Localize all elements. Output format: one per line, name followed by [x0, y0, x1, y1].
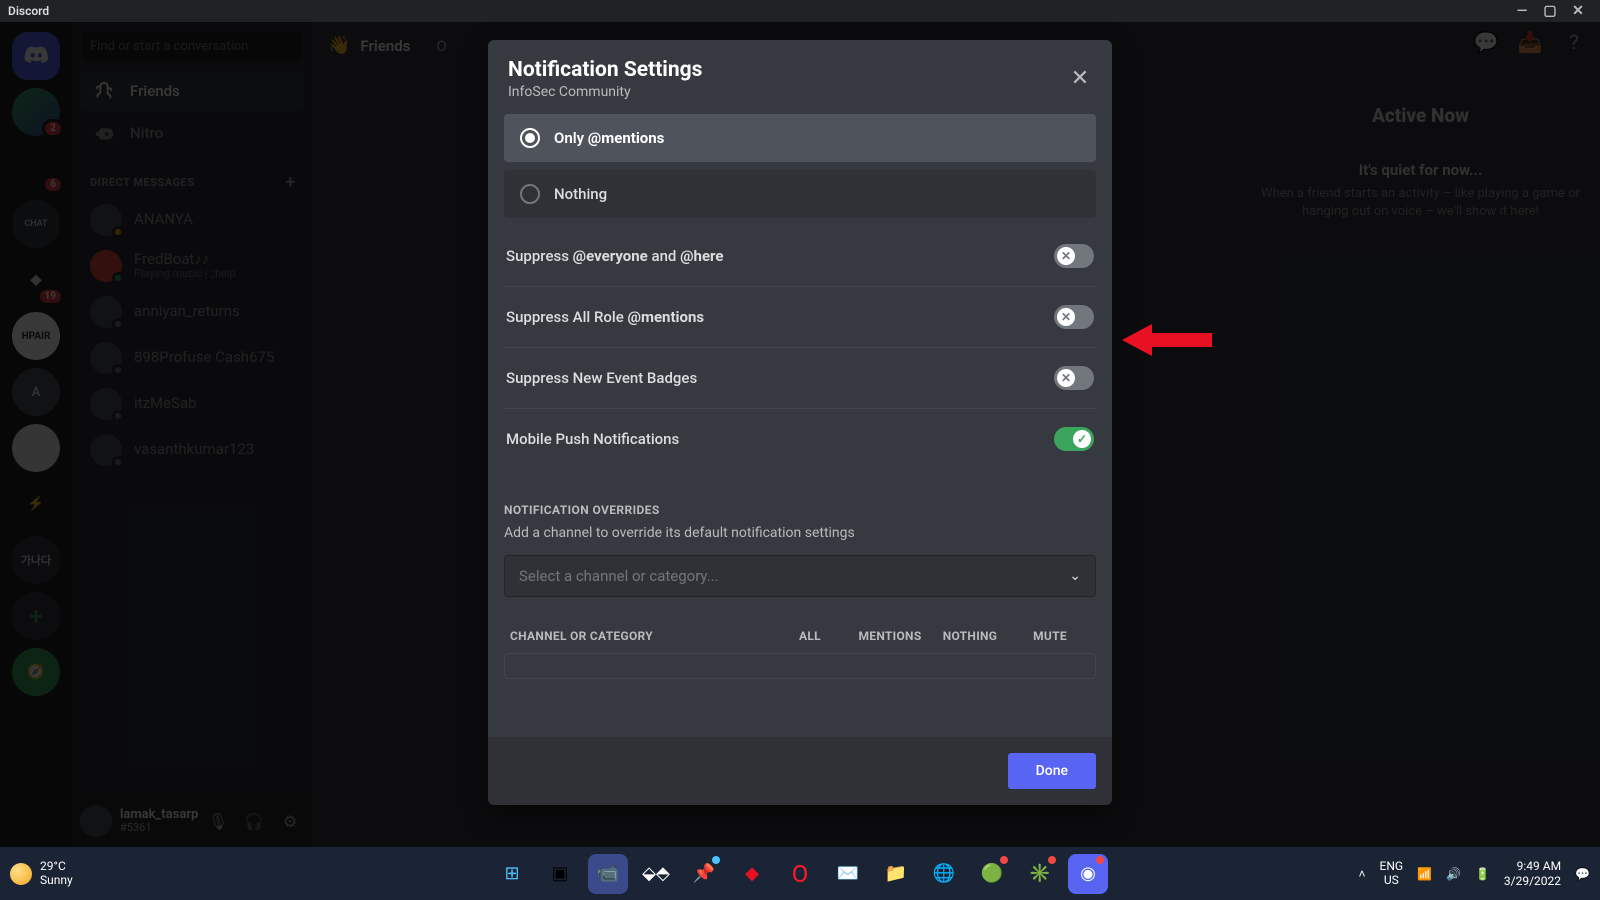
overrides-table-header: CHANNEL OR CATEGORY ALL MENTIONS NOTHING… — [504, 629, 1096, 643]
edge-icon[interactable]: 🌐 — [924, 854, 964, 894]
radio-icon — [520, 184, 540, 204]
app-icon[interactable]: 📹 — [588, 854, 628, 894]
slack-icon[interactable]: ✳️ — [1020, 854, 1060, 894]
time: 9:49 AM — [1504, 859, 1561, 873]
app-title: Discord — [8, 4, 49, 18]
toggle-suppress-role-mentions: Suppress All Role @mentions ✕ — [504, 287, 1096, 348]
chrome-icon[interactable]: 🟢 — [972, 854, 1012, 894]
window-minimize-icon[interactable]: ― — [1508, 3, 1536, 19]
col-all: ALL — [770, 629, 850, 643]
app-icon[interactable]: 📌 — [684, 854, 724, 894]
overrides-subtext: Add a channel to override its default no… — [504, 525, 1096, 541]
windows-taskbar: 29°C Sunny ⊞ ▣ 📹 ⬙⬘ 📌 ◆ O ✉️ 📁 🌐 🟢 ✳️ ◉ … — [0, 847, 1600, 900]
channel-select[interactable]: Select a channel or category... ⌄ — [504, 555, 1096, 597]
task-view-icon[interactable]: ▣ — [540, 854, 580, 894]
keyboard-layout: US — [1380, 874, 1404, 888]
toggle-suppress-everyone: Suppress @everyone and @here ✕ — [504, 226, 1096, 287]
taskbar-apps: ⊞ ▣ 📹 ⬙⬘ 📌 ◆ O ✉️ 📁 🌐 🟢 ✳️ ◉ — [492, 854, 1108, 894]
modal-body[interactable]: Only @mentions Nothing Suppress @everyon… — [488, 114, 1112, 737]
start-button[interactable]: ⊞ — [492, 854, 532, 894]
wifi-icon[interactable]: 📶 — [1417, 867, 1432, 881]
mail-icon[interactable]: ✉️ — [828, 854, 868, 894]
sun-icon — [10, 863, 32, 885]
battery-icon[interactable]: 🔋 — [1475, 867, 1490, 881]
notification-center-icon[interactable]: 💬 — [1575, 867, 1590, 881]
toggle-switch[interactable]: ✕ — [1054, 305, 1094, 329]
window-close-icon[interactable]: ✕ — [1564, 3, 1592, 19]
tray-chevron-icon[interactable]: ˄ — [1358, 867, 1365, 881]
radio-nothing[interactable]: Nothing — [504, 170, 1096, 218]
col-mentions: MENTIONS — [850, 629, 930, 643]
window-maximize-icon[interactable]: ▢ — [1536, 3, 1564, 19]
overrides-table — [504, 653, 1096, 679]
close-icon[interactable]: ✕ — [1066, 64, 1094, 92]
temperature: 29°C — [40, 860, 73, 874]
title-bar: Discord ― ▢ ✕ — [0, 0, 1600, 22]
discord-taskbar-icon[interactable]: ◉ — [1068, 854, 1108, 894]
radio-label: Nothing — [554, 185, 607, 203]
done-button[interactable]: Done — [1008, 753, 1096, 789]
toggle-switch[interactable]: ✓ — [1054, 427, 1094, 451]
toggle-label: Mobile Push Notifications — [506, 430, 679, 448]
radio-label: Only @mentions — [554, 129, 664, 147]
toggle-label: Suppress All Role @mentions — [506, 308, 704, 326]
chevron-down-icon: ⌄ — [1069, 568, 1081, 584]
notification-settings-modal: Notification Settings InfoSec Community … — [488, 40, 1112, 805]
radio-only-mentions[interactable]: Only @mentions — [504, 114, 1096, 162]
toggle-mobile-push: Mobile Push Notifications ✓ — [504, 409, 1096, 469]
weather-widget[interactable]: 29°C Sunny — [10, 860, 73, 888]
toggle-label: Suppress @everyone and @here — [506, 247, 724, 265]
col-mute: MUTE — [1010, 629, 1090, 643]
date: 3/29/2022 — [1504, 874, 1561, 888]
volume-icon[interactable]: 🔊 — [1446, 867, 1461, 881]
overrides-header: NOTIFICATION OVERRIDES — [504, 503, 1096, 517]
toggle-suppress-event-badges: Suppress New Event Badges ✕ — [504, 348, 1096, 409]
col-nothing: NOTHING — [930, 629, 1010, 643]
app-icon[interactable]: ◆ — [732, 854, 772, 894]
weather-condition: Sunny — [40, 874, 73, 888]
radio-icon — [520, 128, 540, 148]
modal-title: Notification Settings — [508, 58, 1092, 82]
toggle-switch[interactable]: ✕ — [1054, 244, 1094, 268]
col-channel: CHANNEL OR CATEGORY — [510, 629, 770, 643]
opera-icon[interactable]: O — [780, 854, 820, 894]
channel-select-placeholder: Select a channel or category... — [519, 567, 719, 585]
modal-footer: Done — [488, 737, 1112, 805]
dropbox-icon[interactable]: ⬙⬘ — [636, 854, 676, 894]
language-indicator[interactable]: ENG — [1380, 860, 1404, 874]
modal-server-name: InfoSec Community — [508, 84, 1092, 100]
toggle-label: Suppress New Event Badges — [506, 369, 697, 387]
toggle-switch[interactable]: ✕ — [1054, 366, 1094, 390]
system-tray: ˄ ENG US 📶 🔊 🔋 9:49 AM 3/29/2022 💬 — [1358, 859, 1590, 888]
clock[interactable]: 9:49 AM 3/29/2022 — [1504, 859, 1561, 888]
file-explorer-icon[interactable]: 📁 — [876, 854, 916, 894]
